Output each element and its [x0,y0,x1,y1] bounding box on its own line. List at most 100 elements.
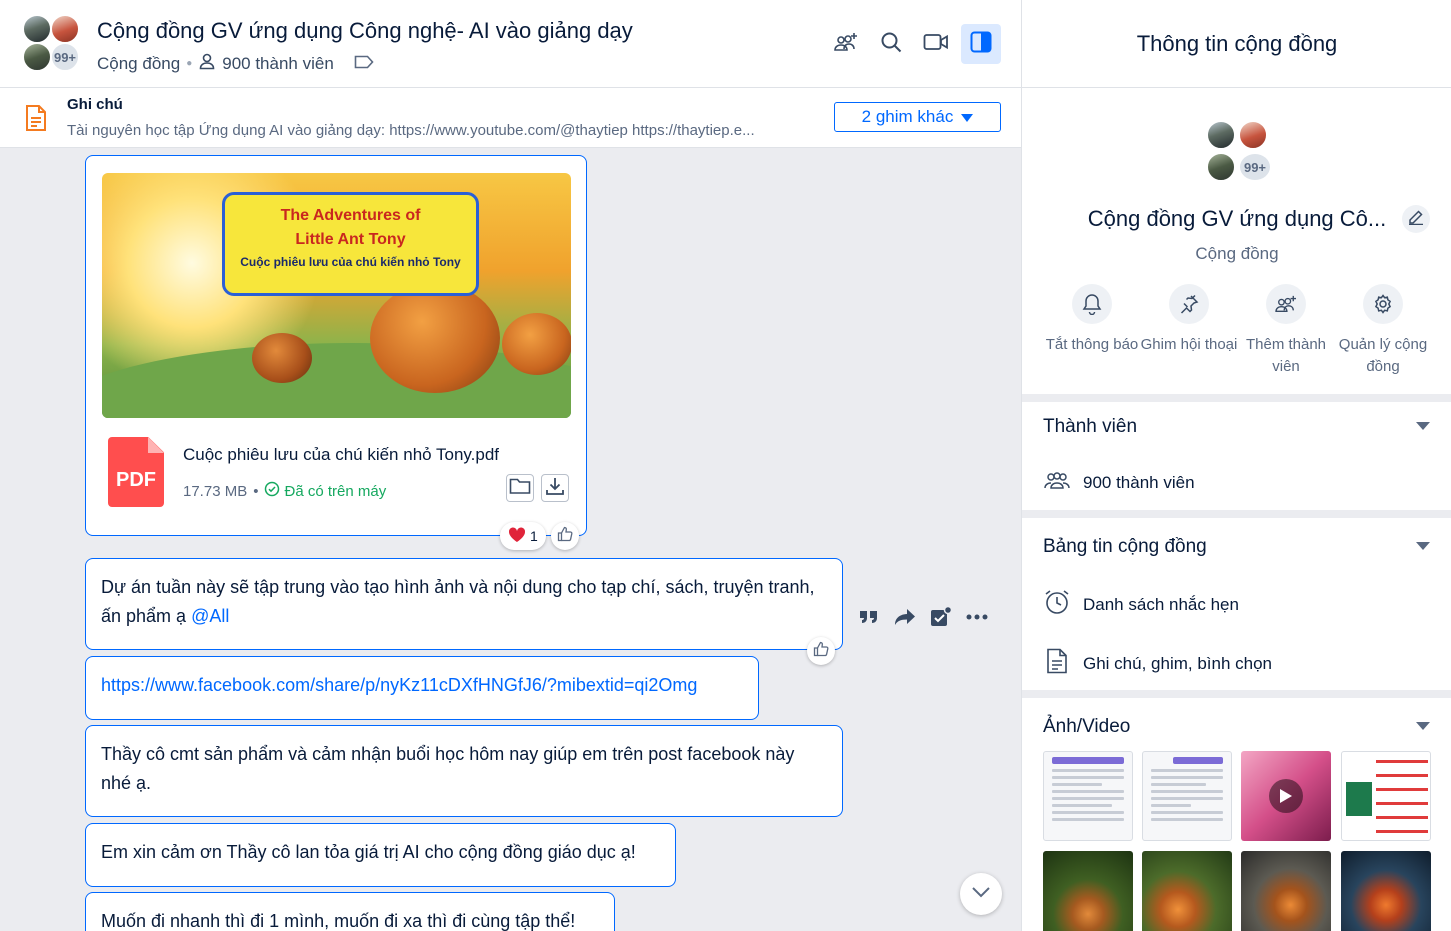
thumbs-up-icon [813,641,829,662]
member-count: 900 thành viên [1083,472,1195,492]
add-member-action[interactable]: Thêm thành viên [1236,284,1336,378]
reminders-label: Danh sách nhắc hẹn [1083,594,1239,614]
toggle-info-panel-button[interactable] [961,24,1001,64]
conversation-type: Cộng đồng [97,53,181,73]
media-thumbnail[interactable] [1341,851,1431,931]
member-list-row[interactable]: 900 thành viên [1043,470,1195,495]
note-title: Ghi chú [67,96,123,113]
message-text: Em xin cảm ơn Thầy cô lan tỏa giá trị AI… [101,842,636,862]
search-button[interactable] [871,24,911,64]
more-pins-button[interactable]: 2 ghim khác [834,102,1001,132]
separator-dot: • [253,482,259,500]
member-avatar [1206,152,1236,182]
media-thumbnail[interactable] [1142,751,1232,841]
media-thumbnail[interactable] [1043,751,1133,841]
caret-down-icon [961,107,974,127]
mention[interactable]: @All [191,606,229,626]
avatar-overflow-count: 99+ [1238,152,1272,182]
media-thumbnail[interactable] [1241,851,1331,931]
alarm-clock-icon [1043,588,1071,621]
conversation-subtitle: Cộng đồng ● 900 thành viên [97,52,374,75]
conversation-title: Cộng đồng GV ứng dụng Công nghệ- AI vào … [97,18,633,43]
video-thumbnail[interactable] [1241,751,1331,841]
more-options-icon[interactable] [966,606,988,628]
members-icon [1043,470,1071,495]
thumbnail-title-banner: The Adventures of Little Ant Tony Cuộc p… [222,192,479,296]
member-avatar [1206,120,1236,150]
mute-notifications-action[interactable]: Tắt thông báo [1042,284,1142,356]
chat-message[interactable]: Thầy cô cmt sản phẩm và cảm nhận buổi họ… [85,725,843,817]
collapse-caret-icon[interactable] [1416,422,1430,430]
file-thumbnail-image[interactable]: The Adventures of Little Ant Tony Cuộc p… [102,173,571,418]
forward-icon[interactable] [894,606,916,628]
community-profile: 99+ Cộng đồng GV ứng dụng Cô... Cộng đồn… [1022,88,1451,394]
add-member-button[interactable] [826,24,866,64]
collapse-caret-icon[interactable] [1416,722,1430,730]
member-avatar [22,14,52,44]
collapse-caret-icon[interactable] [1416,542,1430,550]
reaction-summary[interactable]: 1 [500,522,546,550]
add-member-icon [833,31,859,58]
message-text: Muốn đi nhanh thì đi 1 mình, muốn đi xa … [101,911,576,931]
member-count[interactable]: 900 thành viên [222,54,334,74]
chat-header: 99+ Cộng đồng GV ứng dụng Công nghệ- AI … [0,0,1021,88]
action-label: Tắt thông báo [1045,336,1139,353]
info-panel-header: Thông tin cộng đồng [1022,0,1451,88]
file-status-text: Đã có trên máy [284,482,387,500]
pdf-file-fold [148,437,164,453]
thumbnail-ant [502,313,571,375]
media-thumbnail[interactable] [1043,851,1133,931]
media-thumbnail[interactable] [1341,751,1431,841]
section-title[interactable]: Ảnh/Video [1043,716,1130,738]
community-name: Cộng đồng GV ứng dụng Cô... [1087,206,1387,231]
quote-icon[interactable] [858,606,880,628]
community-type: Cộng đồng [1195,244,1279,263]
react-button[interactable] [551,522,579,550]
separator-dot: ● [186,58,193,69]
group-avatar[interactable]: 99+ [22,14,82,74]
chat-panel: 99+ Cộng đồng GV ứng dụng Công nghệ- AI … [0,0,1021,931]
chevron-down-icon [971,885,991,903]
message-text: Thầy cô cmt sản phẩm và cảm nhận buổi họ… [101,744,795,793]
chat-message[interactable]: Dự án tuần này sẽ tập trung vào tạo hình… [85,558,843,650]
note-text: Tài nguyên học tập Ứng dụng AI vào giảng… [67,122,755,139]
add-member-icon [1266,284,1306,324]
chat-message[interactable]: Muốn đi nhanh thì đi 1 mình, muốn đi xa … [85,892,615,931]
open-folder-button[interactable] [506,474,534,502]
pencil-icon [1408,209,1424,230]
conversation-info-panel: Thông tin cộng đồng 99+ Cộng đồng GV ứng… [1021,0,1451,931]
reminders-row[interactable]: Danh sách nhắc hẹn [1043,588,1239,621]
edit-name-button[interactable] [1402,205,1430,233]
section-title[interactable]: Bảng tin cộng đồng [1043,536,1207,558]
person-icon [198,52,216,75]
react-button[interactable] [807,637,835,665]
section-title[interactable]: Thành viên [1043,416,1137,438]
member-avatar [50,14,80,44]
video-camera-icon [923,32,949,57]
notes-label: Ghi chú, ghim, bình chọn [1083,653,1273,673]
thumbnail-ant [370,283,500,393]
file-message[interactable]: The Adventures of Little Ant Tony Cuộc p… [85,155,587,536]
media-thumbnail[interactable] [1142,851,1232,931]
community-board-section: Bảng tin cộng đồng Danh sách nhắc hẹn Gh… [1022,518,1451,690]
thumbnail-subtitle: Cuộc phiêu lưu của chú kiến nhỏ Tony [240,255,461,269]
video-call-button[interactable] [916,24,956,64]
bell-icon [1072,284,1112,324]
avatar-overflow-count: 99+ [50,42,80,72]
file-name[interactable]: Cuộc phiêu lưu của chú kiến nhỏ Tony.pdf [183,445,499,465]
community-avatar[interactable]: 99+ [1206,120,1272,182]
check-circle-icon [264,481,280,501]
more-pins-label: 2 ghim khác [861,107,954,126]
create-task-icon[interactable] [930,606,952,628]
chat-message[interactable]: Em xin cảm ơn Thầy cô lan tỏa giá trị AI… [85,823,676,887]
chat-message[interactable]: https://www.facebook.com/share/p/nyKz11c… [85,656,759,720]
tag-icon[interactable] [354,54,374,74]
scroll-to-bottom-button[interactable] [960,873,1002,915]
media-section: Ảnh/Video [1022,698,1451,931]
pinned-note-bar[interactable]: Ghi chú Tài nguyên học tập Ứng dụng AI v… [0,88,1021,148]
message-link[interactable]: https://www.facebook.com/share/p/nyKz11c… [101,675,697,695]
notes-pins-polls-row[interactable]: Ghi chú, ghim, bình chọn [1043,648,1272,679]
manage-community-action[interactable]: Quản lý cộng đồng [1333,284,1433,378]
download-button[interactable] [541,474,569,502]
pin-conversation-action[interactable]: Ghim hội thoại [1139,284,1239,356]
